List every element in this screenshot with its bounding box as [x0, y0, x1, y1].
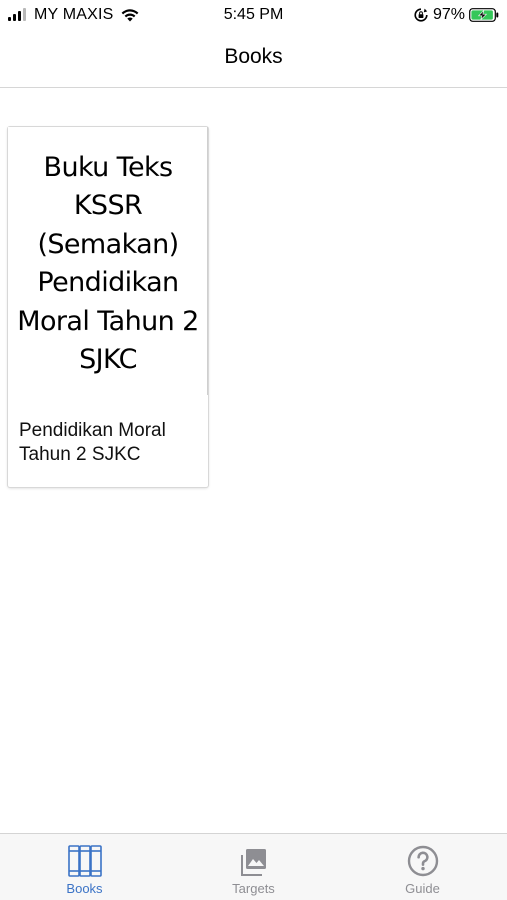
question-circle-icon [407, 845, 438, 877]
tab-bar: Books Targets Guide [0, 833, 507, 900]
tab-books[interactable]: Books [0, 834, 169, 900]
books-icon [67, 845, 102, 877]
book-cover-title: Buku Teks KSSR (Semakan) Pendidikan Mora… [17, 151, 199, 376]
books-grid: Buku Teks KSSR (Semakan) Pendidikan Mora… [0, 88, 507, 833]
image-gallery-icon [240, 849, 266, 876]
navigation-bar: Books [0, 30, 507, 88]
tab-guide[interactable]: Guide [338, 834, 507, 900]
cover-divider [207, 127, 208, 395]
book-card[interactable]: Buku Teks KSSR (Semakan) Pendidikan Mora… [8, 127, 208, 487]
app-screen: MY MAXIS 5:45 PM 97% Books Buku Teks KSS… [0, 0, 507, 900]
tab-guide-label: Guide [405, 881, 440, 896]
tab-books-label: Books [66, 881, 103, 896]
book-cover: Buku Teks KSSR (Semakan) Pendidikan Mora… [8, 127, 208, 395]
status-bar: MY MAXIS 5:45 PM 97% [0, 0, 507, 30]
book-title: Pendidikan Moral Tahun 2 SJKC [19, 420, 166, 465]
battery-charging-icon [469, 8, 499, 22]
tab-targets[interactable]: Targets [169, 834, 338, 900]
tab-targets-label: Targets [232, 881, 275, 896]
battery-percent: 97% [432, 6, 465, 23]
orientation-lock-icon [414, 8, 428, 22]
status-right: 97% [414, 6, 499, 24]
page-title: Books [224, 45, 283, 68]
